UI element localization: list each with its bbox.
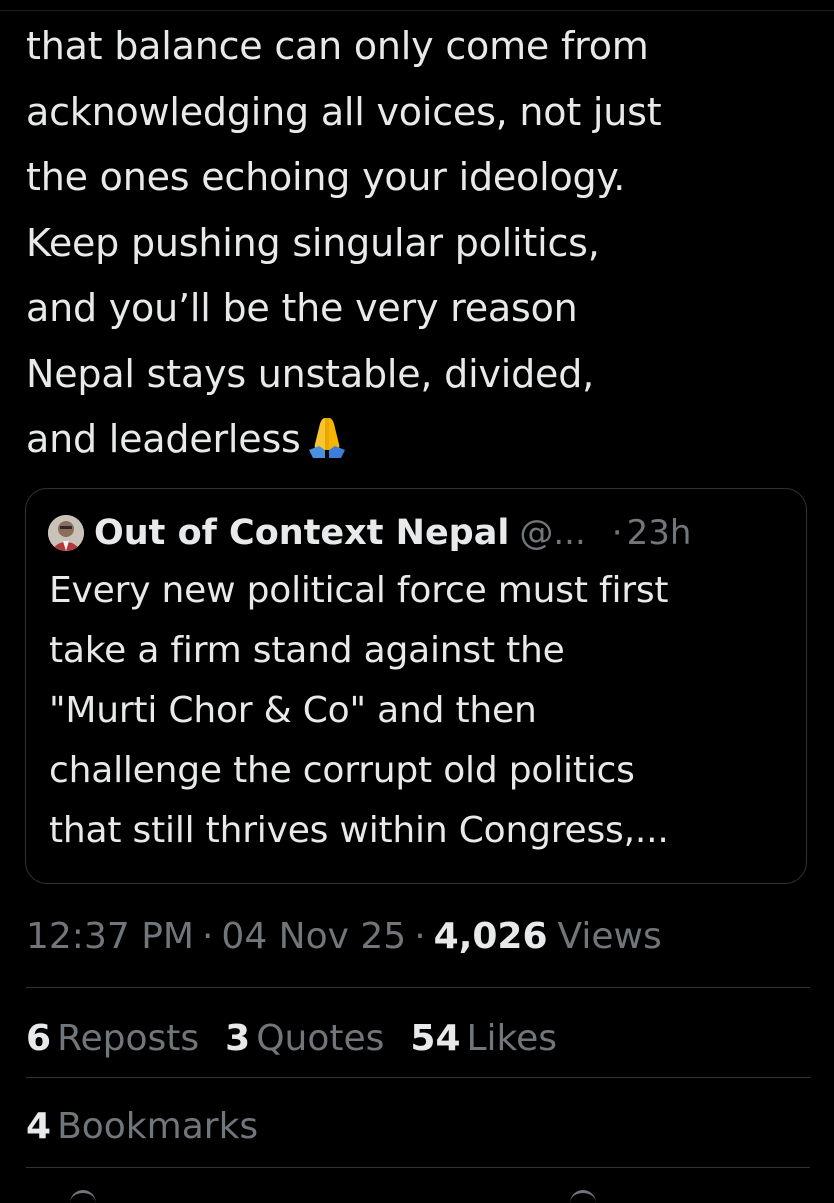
engagement-stats: 6 Reposts 3 Quotes 54 Likes [26, 1008, 583, 1068]
tweet-line: and you’ll be the very reason [26, 286, 578, 330]
tweet-line-last: and leaderless [26, 407, 816, 473]
bookmarks-count: 4 [26, 1105, 52, 1147]
divider [26, 987, 810, 988]
tweet-line: Nepal stays unstable, divided, [26, 351, 594, 396]
reposts-count: 6 [26, 1017, 52, 1059]
quote-line: "Murti Chor & Co" and then [49, 690, 537, 731]
reposts-label: Reposts [57, 1017, 200, 1059]
divider [26, 1167, 810, 1168]
tweet-line: acknowledging all voices, not just [26, 89, 662, 134]
quoted-tweet-card[interactable]: Out of Context Nepal @... · 23h Every ne… [25, 488, 807, 884]
tweet-date[interactable]: 04 Nov 25 [221, 916, 406, 957]
bookmarks-stat[interactable]: 4 Bookmarks [26, 1096, 258, 1156]
quote-author-handle[interactable]: @... [519, 513, 585, 553]
quotes-count: 3 [225, 1017, 251, 1059]
quote-line: that still thrives within Congress,... [49, 810, 669, 851]
views-label: Views [557, 915, 662, 957]
bookmarks-label: Bookmarks [57, 1105, 259, 1147]
likes-count: 54 [410, 1017, 461, 1059]
quote-author-name[interactable]: Out of Context Nepal [94, 513, 509, 553]
quote-text: Every new political force must first tak… [49, 561, 799, 861]
bookmark-icon[interactable] [570, 1190, 596, 1203]
quotes-label: Quotes [256, 1017, 385, 1059]
folded-hands-emoji [308, 418, 345, 458]
quote-line: Every new political force must first [49, 570, 669, 611]
quote-header: Out of Context Nepal @... · 23h [48, 507, 691, 559]
quotes-stat[interactable]: 3 Quotes [225, 1018, 384, 1059]
top-divider [0, 10, 834, 11]
meta-separator: · [414, 915, 426, 957]
tweet-line: that balance can only come from [26, 24, 649, 68]
tweet-text: that balance can only come from acknowle… [26, 14, 816, 473]
divider [26, 1077, 810, 1078]
tweet-time[interactable]: 12:37 PM [26, 916, 194, 957]
views-count: 4,026 [433, 915, 548, 957]
reposts-stat[interactable]: 6 Reposts [26, 1018, 199, 1059]
tweet-meta: 12:37 PM · 04 Nov 25 · 4,026 Views [26, 906, 662, 966]
avatar-image [48, 515, 84, 551]
tweet-line: the ones echoing your ideology. [26, 155, 626, 199]
meta-separator: · [201, 915, 214, 957]
reply-icon[interactable] [70, 1190, 96, 1203]
quote-separator: · [611, 513, 623, 553]
likes-label: Likes [466, 1017, 558, 1059]
quote-timestamp[interactable]: 23h [627, 513, 692, 553]
quote-line: challenge the corrupt old politics [49, 750, 635, 791]
likes-stat[interactable]: 54 Likes [410, 1018, 557, 1059]
tweet-line: Keep pushing singular politics, [26, 220, 600, 265]
avatar[interactable] [48, 515, 84, 551]
quote-line: take a firm stand against the [49, 630, 565, 671]
tweet-line-text: and leaderless [26, 417, 301, 461]
